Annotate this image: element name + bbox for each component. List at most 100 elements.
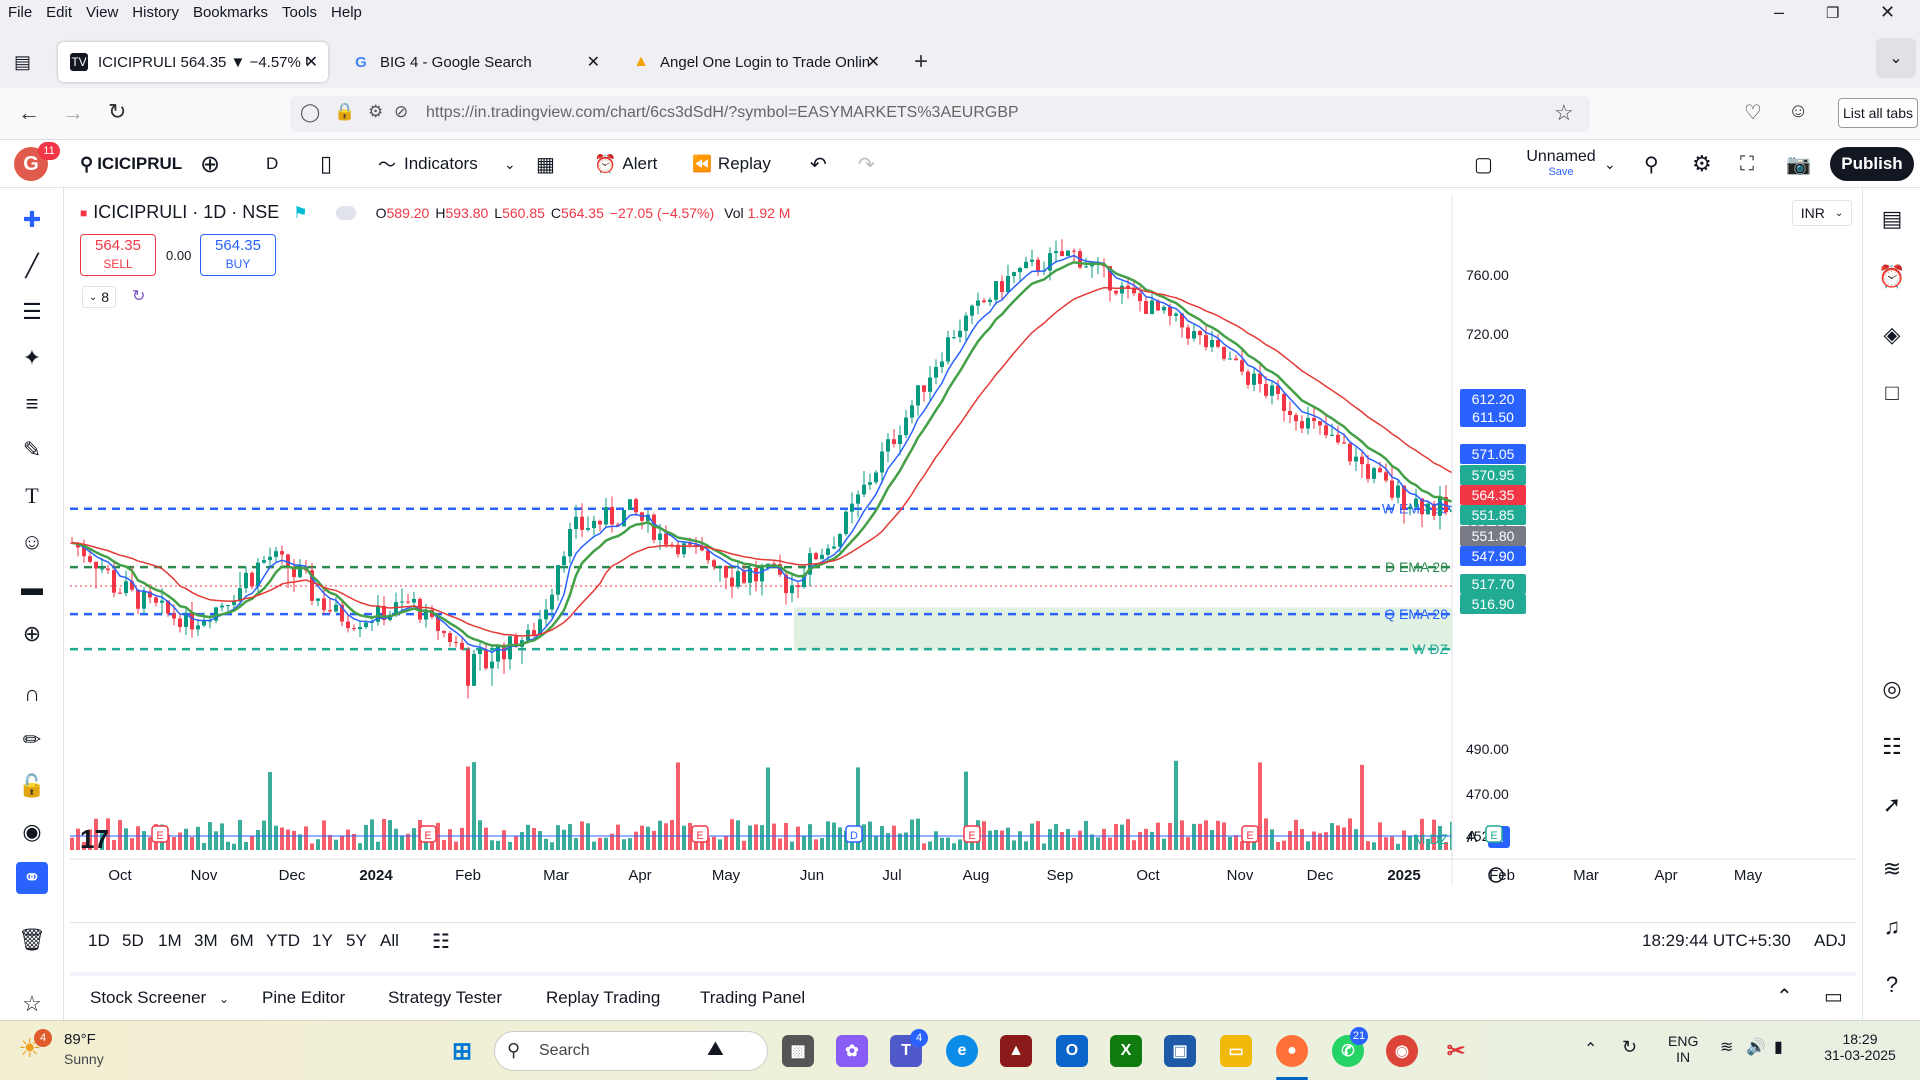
menu-file[interactable]: File bbox=[8, 4, 32, 21]
range-ytd[interactable]: YTD bbox=[266, 931, 300, 951]
tracking-icon[interactable]: ⊘ bbox=[394, 102, 408, 122]
menu-view[interactable]: View bbox=[86, 4, 118, 21]
list-all-tabs-button[interactable]: List all tabs bbox=[1838, 98, 1918, 128]
trend-line-icon[interactable]: ╱ bbox=[16, 250, 48, 282]
layers-icon[interactable]: ◈ bbox=[1875, 318, 1909, 352]
store-icon[interactable]: ▣ bbox=[1164, 1035, 1196, 1067]
file-explorer-icon[interactable]: ▭ bbox=[1220, 1035, 1252, 1067]
panel-pine-editor[interactable]: Pine Editor bbox=[262, 988, 345, 1008]
copilot-icon[interactable]: ✿ bbox=[836, 1035, 868, 1067]
currency-select[interactable]: INR ⌄ bbox=[1792, 200, 1852, 226]
collapse-legend-icon[interactable] bbox=[335, 205, 356, 220]
firefox-icon[interactable]: ● bbox=[1276, 1035, 1308, 1067]
range-3m[interactable]: 3M bbox=[194, 931, 218, 951]
restore-icon[interactable]: ❐ bbox=[1826, 4, 1839, 22]
chart-area[interactable]: W EMA 20 D EMA 20 Q EMA 20 W DZ 760.00 720.00… bbox=[70, 194, 1856, 884]
redo-icon[interactable]: ↷ bbox=[858, 140, 875, 188]
clock-time[interactable]: 18:29:44 UTC+5:30 bbox=[1642, 931, 1791, 951]
xbox-icon[interactable]: X bbox=[1110, 1035, 1142, 1067]
ruler-icon[interactable]: ▬ bbox=[16, 572, 48, 604]
menu-edit[interactable]: Edit bbox=[46, 4, 72, 21]
weather-temp[interactable]: 89°F bbox=[64, 1031, 96, 1048]
price-chart[interactable]: W EMA 20D EMA 20Q EMA 20W DZ760.00720.00… bbox=[70, 194, 1856, 884]
close-tab-icon[interactable]: ✕ bbox=[305, 52, 318, 72]
text-tool-icon[interactable]: T bbox=[16, 480, 48, 512]
collapse-panel-icon[interactable]: ⌃ bbox=[1776, 984, 1793, 1009]
fullscreen-icon[interactable]: ⛶ bbox=[1740, 140, 1754, 188]
symbol-search-button[interactable]: ⚲ ICICIPRUL bbox=[80, 140, 182, 188]
streams-icon[interactable]: ≋ bbox=[1875, 852, 1909, 886]
link-icon[interactable]: ⚭ bbox=[16, 862, 48, 894]
adj-button[interactable]: ADJ bbox=[1814, 931, 1846, 951]
address-bar[interactable]: ◯ 🔒 ⚙ ⊘ https://in.tradingview.com/chart… bbox=[290, 96, 1590, 132]
notifications-bell-icon[interactable]: ♫ bbox=[1875, 910, 1909, 944]
maximize-panel-icon[interactable]: ▭ bbox=[1824, 984, 1843, 1009]
task-view-icon[interactable]: ▩ bbox=[782, 1035, 814, 1067]
ideas-icon[interactable]: ➚ bbox=[1875, 788, 1909, 822]
menu-bookmarks[interactable]: Bookmarks bbox=[193, 4, 268, 21]
indicators-button[interactable]: 〜 Indicators bbox=[378, 140, 478, 188]
url-text[interactable]: https://in.tradingview.com/chart/6cs3dSd… bbox=[426, 104, 1019, 122]
close-tab-icon[interactable]: ✕ bbox=[867, 52, 880, 72]
tab-angelone[interactable]: ▲ Angel One Login to Trade Onlin ✕ bbox=[620, 42, 890, 82]
sell-button[interactable]: 564.35 SELL bbox=[80, 234, 156, 276]
tray-chevron-up-icon[interactable]: ⌃ bbox=[1584, 1039, 1597, 1059]
account-icon[interactable]: ☺ bbox=[1788, 100, 1808, 123]
interval-button[interactable]: D bbox=[266, 140, 278, 188]
language-indicator[interactable]: ENG IN bbox=[1668, 1033, 1698, 1065]
permissions-icon[interactable]: ⚙ bbox=[368, 102, 383, 122]
crosshair-icon[interactable]: ✚ bbox=[16, 204, 48, 236]
shield-icon[interactable]: ◯ bbox=[300, 102, 320, 123]
system-clock[interactable]: 18:29 31-03-2025 bbox=[1820, 1031, 1900, 1063]
range-all[interactable]: All bbox=[380, 931, 399, 951]
layouts-grid-icon[interactable]: ▦ bbox=[536, 140, 555, 188]
lock-drawings-icon[interactable]: 🔓 bbox=[16, 770, 48, 802]
back-icon[interactable]: ← bbox=[18, 100, 40, 126]
tab-tradingview[interactable]: TV ICICIPRULI 564.35 ▼ −4.57% Un ✕ bbox=[58, 42, 328, 82]
lock-icon[interactable]: 🔒 bbox=[334, 102, 355, 122]
range-1y[interactable]: 1Y bbox=[312, 931, 333, 951]
edge-icon[interactable]: e bbox=[946, 1035, 978, 1067]
windows-start-icon[interactable]: ⊞ bbox=[446, 1035, 478, 1067]
chrome-icon[interactable]: ◉ bbox=[1386, 1035, 1418, 1067]
panel-strategy-tester[interactable]: Strategy Tester bbox=[388, 988, 502, 1008]
forward-icon[interactable]: → bbox=[62, 100, 84, 126]
buy-button[interactable]: 564.35 BUY bbox=[200, 234, 276, 276]
battery-icon[interactable]: ▮ bbox=[1774, 1037, 1783, 1057]
alerts-clock-icon[interactable]: ⏰ bbox=[1875, 260, 1909, 294]
wifi-icon[interactable]: ≋ bbox=[1720, 1037, 1733, 1057]
alert-button[interactable]: ⏰ Alert bbox=[594, 140, 657, 188]
tab-google[interactable]: G BIG 4 - Google Search ✕ bbox=[340, 42, 610, 82]
emoji-icon[interactable]: ☺ bbox=[16, 526, 48, 558]
weather-desc[interactable]: Sunny bbox=[64, 1051, 104, 1067]
magnet-icon[interactable]: ∩ bbox=[16, 678, 48, 710]
close-tab-icon[interactable]: ✕ bbox=[587, 52, 600, 72]
app-red-icon[interactable]: ▲ bbox=[1000, 1035, 1032, 1067]
minimize-icon[interactable]: – bbox=[1774, 2, 1784, 23]
panel-replay-trading[interactable]: Replay Trading bbox=[546, 988, 660, 1008]
pattern-icon[interactable]: ✦ bbox=[16, 342, 48, 374]
range-6m[interactable]: 6M bbox=[230, 931, 254, 951]
tab-list-chevron-icon[interactable]: ⌄ bbox=[1876, 38, 1916, 78]
panel-trading-panel[interactable]: Trading Panel bbox=[700, 988, 805, 1008]
fib-icon[interactable]: ≡ bbox=[16, 388, 48, 420]
reload-icon[interactable]: ↻ bbox=[108, 99, 126, 125]
brush-icon[interactable]: ✎ bbox=[16, 434, 48, 466]
layout-name-button[interactable]: Unnamed Save bbox=[1516, 148, 1606, 178]
panel-stock-screener[interactable]: Stock Screener ⌄ bbox=[90, 988, 229, 1008]
taskbar-search[interactable]: ⚲ Search ⛰ bbox=[494, 1031, 768, 1071]
sync-tray-icon[interactable]: ↻ bbox=[1622, 1037, 1637, 1058]
target-icon[interactable]: ◎ bbox=[1875, 672, 1909, 706]
legend-title[interactable]: ICICIPRULI · 1D · NSE bbox=[93, 202, 279, 223]
goto-date-icon[interactable]: ☷ bbox=[432, 929, 450, 954]
layout-checkbox-icon[interactable]: ▢ bbox=[1474, 140, 1493, 188]
menu-tools[interactable]: Tools bbox=[282, 4, 317, 21]
close-window-icon[interactable]: ✕ bbox=[1880, 2, 1895, 23]
volume-icon[interactable]: 🔊 bbox=[1746, 1037, 1766, 1057]
layout-dropdown-icon[interactable]: ⌄ bbox=[1604, 140, 1616, 188]
snipping-tool-icon[interactable]: ✂ bbox=[1440, 1035, 1472, 1067]
trash-icon[interactable]: 🗑 bbox=[16, 924, 48, 956]
compare-symbol-icon[interactable]: ⊕ bbox=[200, 140, 220, 188]
quick-search-icon[interactable]: ⚲ bbox=[1644, 140, 1659, 188]
menu-help[interactable]: Help bbox=[331, 4, 362, 21]
